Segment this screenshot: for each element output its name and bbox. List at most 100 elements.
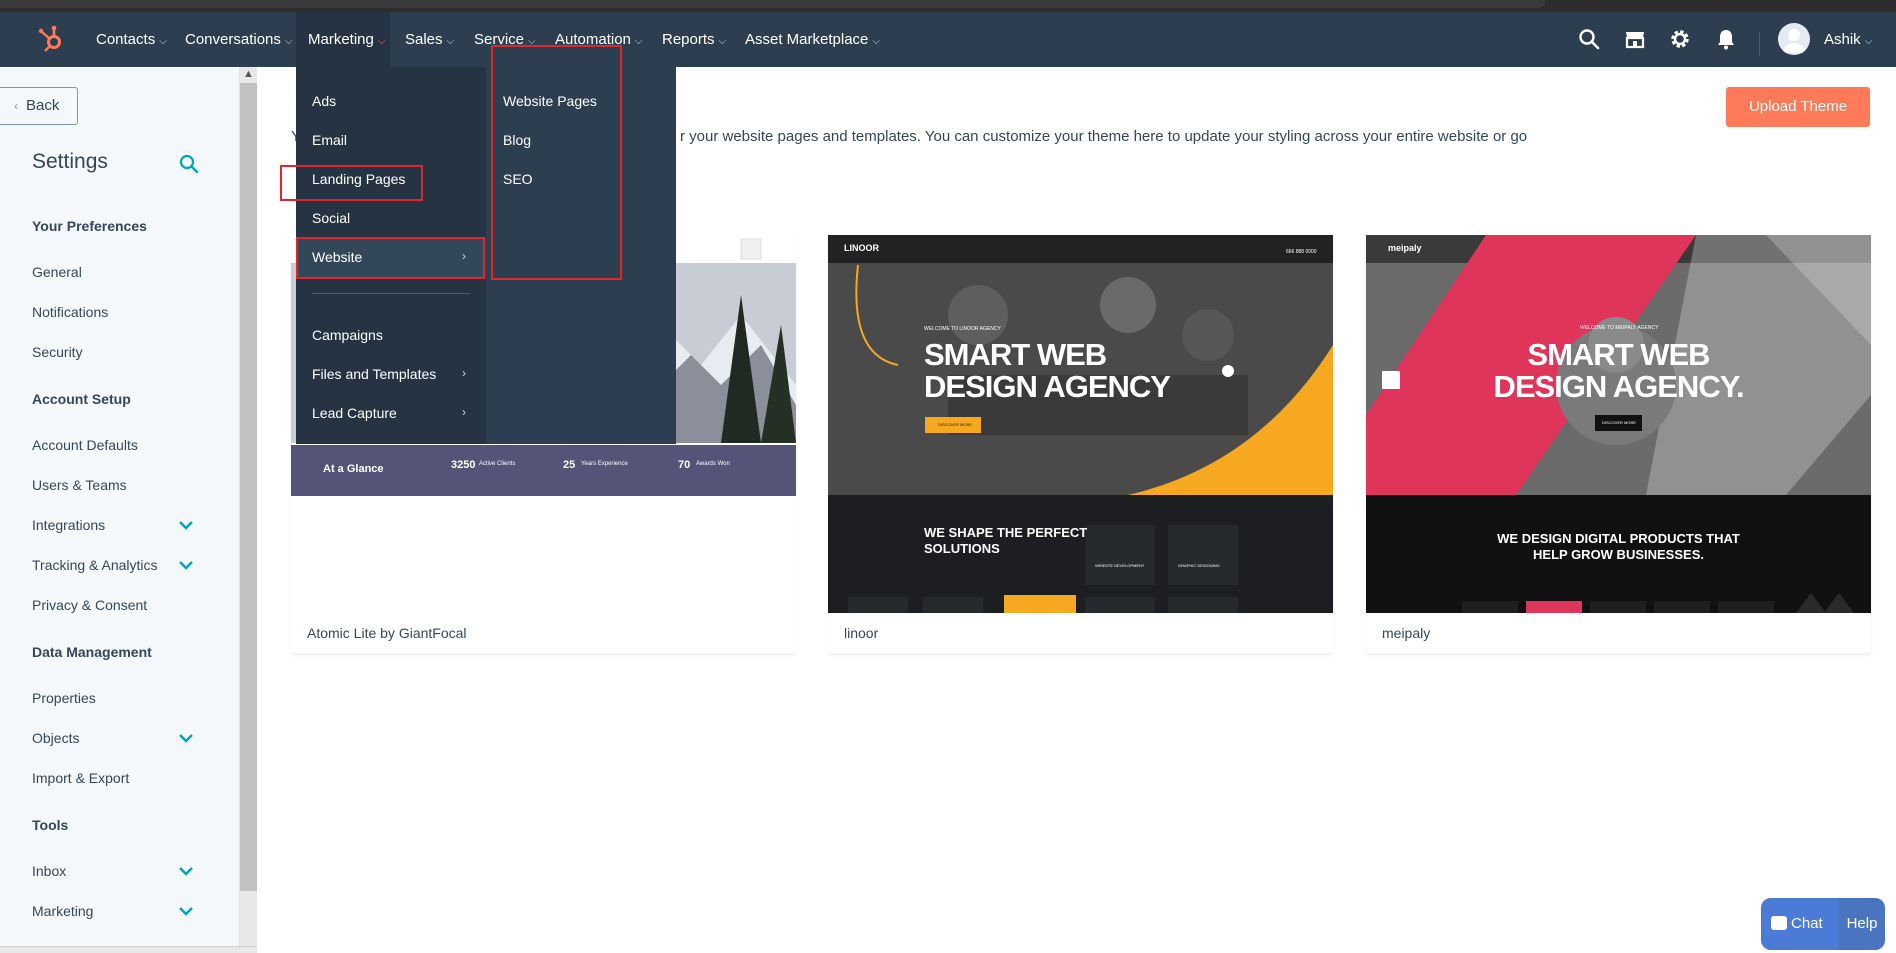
nav-label: Asset Marketplace bbox=[745, 31, 869, 48]
linoor-section-1: WE SHAPE THE PERFECT bbox=[924, 525, 1088, 540]
menu-item-lead-capture[interactable]: Lead Capture › bbox=[312, 405, 472, 421]
sidebar-item-import-export[interactable]: Import & Export bbox=[32, 770, 129, 786]
sidebar-item-objects[interactable]: Objects bbox=[32, 730, 79, 746]
sidebar-scrollbar[interactable]: ▲ bbox=[240, 67, 257, 953]
back-label: Back bbox=[26, 97, 60, 114]
sidebar-heading-account-setup: Account Setup bbox=[32, 391, 131, 407]
chevron-down-icon[interactable] bbox=[178, 559, 194, 571]
linoor-service-1: WEBSITE DEVELOPMENT bbox=[1095, 563, 1145, 568]
annotation-box-website bbox=[296, 237, 485, 279]
sidebar-item-inbox[interactable]: Inbox bbox=[32, 863, 66, 879]
chevron-down-icon[interactable] bbox=[178, 865, 194, 877]
search-icon[interactable] bbox=[178, 153, 200, 175]
chevron-down-icon: ⌵ bbox=[872, 36, 880, 47]
sidebar-item-account-defaults[interactable]: Account Defaults bbox=[32, 437, 138, 453]
nav-asset-marketplace[interactable]: Asset Marketplace ⌵ bbox=[745, 12, 880, 67]
help-button[interactable]: Help bbox=[1839, 898, 1885, 950]
chevron-right-icon: › bbox=[462, 366, 466, 380]
stat-number: 25 bbox=[563, 459, 576, 471]
chevron-down-icon[interactable] bbox=[178, 905, 194, 917]
chat-label: Chat bbox=[1791, 915, 1823, 932]
linoor-headline-1: SMART WEB bbox=[924, 337, 1107, 372]
linoor-welcome: WELCOME TO LINOOR AGENCY bbox=[924, 326, 1001, 332]
linoor-service-2: GRAPHIC DESIGNING bbox=[1178, 563, 1220, 568]
page-description: r your website pages and templates. You … bbox=[680, 128, 1528, 145]
theme-card-linoor[interactable]: LINOOR 666 888 0000 WELCOME TO LINOOR AG… bbox=[828, 235, 1333, 653]
sidebar-item-general[interactable]: General bbox=[32, 264, 82, 280]
meipaly-section-2: HELP GROW BUSINESSES. bbox=[1533, 547, 1704, 562]
nav-conversations[interactable]: Conversations ⌵ bbox=[185, 12, 292, 67]
scrollbar-thumb[interactable] bbox=[240, 83, 257, 891]
chat-button[interactable]: Chat bbox=[1761, 898, 1838, 950]
theme-card-meipaly[interactable]: meipaly WELCOME TO MEIPALY AGENCY SMART … bbox=[1366, 235, 1871, 653]
sidebar-item-users-teams[interactable]: Users & Teams bbox=[32, 477, 127, 493]
chevron-down-icon[interactable] bbox=[178, 732, 194, 744]
stat-label: Years Experience bbox=[581, 461, 628, 467]
chevron-down-icon: ⌵ bbox=[1864, 36, 1873, 47]
avatar[interactable] bbox=[1778, 23, 1810, 55]
stat-label: Active Clients bbox=[479, 461, 516, 467]
meipaly-cta: DISCOVER MORE bbox=[1602, 420, 1637, 425]
theme-name: meipaly bbox=[1382, 625, 1431, 641]
linoor-brand: LINOOR bbox=[844, 243, 879, 253]
menu-item-label: Lead Capture bbox=[312, 405, 397, 421]
linoor-preview-image bbox=[828, 235, 1333, 613]
annotation-box-website-submenu bbox=[491, 45, 622, 280]
chevron-down-icon[interactable] bbox=[178, 519, 194, 531]
bell-icon[interactable] bbox=[1713, 26, 1739, 52]
sidebar-item-privacy-consent[interactable]: Privacy & Consent bbox=[32, 597, 147, 613]
sidebar-item-integrations[interactable]: Integrations bbox=[32, 517, 105, 533]
scroll-up-arrow-icon[interactable]: ▲ bbox=[243, 68, 254, 80]
sidebar-heading-data-management: Data Management bbox=[32, 644, 152, 660]
sidebar-item-marketing[interactable]: Marketing bbox=[32, 903, 93, 919]
meipaly-section-1: WE DESIGN DIGITAL PRODUCTS THAT bbox=[1497, 531, 1740, 546]
menu-item-campaigns[interactable]: Campaigns bbox=[312, 327, 383, 343]
sidebar-item-properties[interactable]: Properties bbox=[32, 690, 96, 706]
chevron-down-icon: ⌵ bbox=[634, 36, 643, 47]
chevron-right-icon: › bbox=[462, 405, 466, 419]
sidebar-heading-your-preferences: Your Preferences bbox=[32, 218, 147, 234]
nav-label: Marketing bbox=[308, 31, 374, 48]
theme-preview: LINOOR 666 888 0000 WELCOME TO LINOOR AG… bbox=[828, 235, 1333, 613]
upload-theme-button[interactable]: Upload Theme bbox=[1726, 87, 1870, 127]
chevron-down-icon: ⌵ bbox=[446, 36, 455, 47]
user-silhouette-icon bbox=[1782, 29, 1806, 53]
menu-item-ads[interactable]: Ads bbox=[312, 93, 336, 109]
nav-sales[interactable]: Sales ⌵ bbox=[405, 12, 454, 67]
theme-preview: meipaly WELCOME TO MEIPALY AGENCY SMART … bbox=[1366, 235, 1871, 613]
stat-number: 3250 bbox=[451, 459, 476, 471]
menu-item-label: Files and Templates bbox=[312, 366, 437, 382]
sidebar-item-security[interactable]: Security bbox=[32, 344, 83, 360]
browser-url-bar[interactable] bbox=[0, 0, 1545, 8]
back-button[interactable]: ‹ Back bbox=[0, 87, 78, 125]
glance-title: At a Glance bbox=[323, 463, 384, 475]
sidebar-item-tracking-analytics[interactable]: Tracking & Analytics bbox=[32, 557, 158, 573]
marketplace-icon[interactable] bbox=[1622, 26, 1648, 52]
annotation-box-landing-pages bbox=[280, 165, 423, 201]
nav-contacts[interactable]: Contacts ⌵ bbox=[96, 12, 167, 67]
nav-separator bbox=[1759, 32, 1760, 56]
meipaly-brand: meipaly bbox=[1388, 243, 1422, 253]
chevron-down-icon: ⌵ bbox=[718, 36, 727, 47]
theme-name: linoor bbox=[844, 625, 879, 641]
search-icon[interactable] bbox=[1576, 26, 1602, 52]
meipaly-welcome: WELCOME TO MEIPALY AGENCY bbox=[1580, 325, 1659, 331]
nav-label: Conversations bbox=[185, 31, 281, 48]
menu-item-files-templates[interactable]: Files and Templates › bbox=[312, 366, 472, 382]
menu-item-email[interactable]: Email bbox=[312, 132, 347, 148]
sidebar-item-notifications[interactable]: Notifications bbox=[32, 304, 108, 320]
nav-marketing[interactable]: Marketing ⌵ bbox=[296, 12, 390, 67]
sidebar-heading-tools: Tools bbox=[32, 817, 69, 833]
chat-widget[interactable]: Chat Help bbox=[1761, 898, 1885, 950]
linoor-phone: 666 888 0000 bbox=[1286, 249, 1317, 255]
menu-divider bbox=[312, 293, 470, 294]
nav-label: Reports bbox=[662, 31, 715, 48]
nav-reports[interactable]: Reports ⌵ bbox=[662, 12, 726, 67]
hubspot-sprocket-icon[interactable] bbox=[36, 24, 66, 54]
chat-bubble-icon bbox=[1771, 916, 1787, 930]
nav-label: Sales bbox=[405, 31, 443, 48]
top-navigation: Contacts ⌵ Conversations ⌵ Marketing ⌵ Sale… bbox=[0, 12, 1896, 67]
menu-item-social[interactable]: Social bbox=[312, 210, 350, 226]
gear-icon[interactable] bbox=[1667, 26, 1693, 52]
user-menu[interactable]: Ashik ⌵ bbox=[1824, 12, 1872, 67]
